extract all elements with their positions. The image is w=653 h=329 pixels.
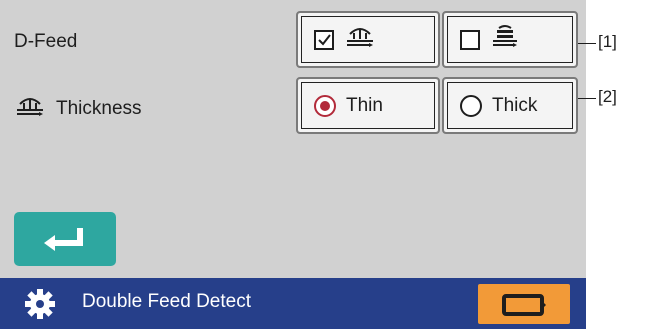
dfeed-on-button[interactable]	[296, 11, 440, 68]
thin-button[interactable]: Thin	[296, 77, 440, 134]
checkbox-checked-icon	[314, 29, 334, 50]
dfeed-off-button[interactable]	[442, 11, 578, 68]
thick-label: Thick	[492, 94, 538, 116]
thin-label: Thin	[346, 94, 383, 116]
device-screen: D-Feed Thickness Thin Thick Double Feed …	[0, 0, 586, 329]
thickness-label: Thickness	[56, 98, 142, 119]
paper-feed-icon	[14, 94, 46, 124]
callout-1: [1]	[598, 32, 617, 51]
enter-button[interactable]	[14, 212, 116, 266]
paper-feed-icon	[344, 24, 376, 55]
dfeed-label: D-Feed	[14, 31, 78, 52]
callout-2: [2]	[598, 87, 617, 106]
orange-action-button[interactable]	[478, 284, 570, 324]
radio-unselected-icon	[460, 94, 482, 117]
thick-button[interactable]: Thick	[442, 77, 578, 134]
callout-leader-2	[578, 98, 596, 99]
callout-leader-1	[578, 43, 596, 44]
thickness-row-label: Thickness	[14, 94, 142, 124]
checkbox-unchecked-icon	[460, 29, 480, 50]
footer-title: Double Feed Detect	[82, 291, 251, 312]
paper-stack-icon	[490, 24, 520, 55]
gear-icon[interactable]	[24, 288, 56, 325]
radio-selected-icon	[314, 94, 336, 117]
